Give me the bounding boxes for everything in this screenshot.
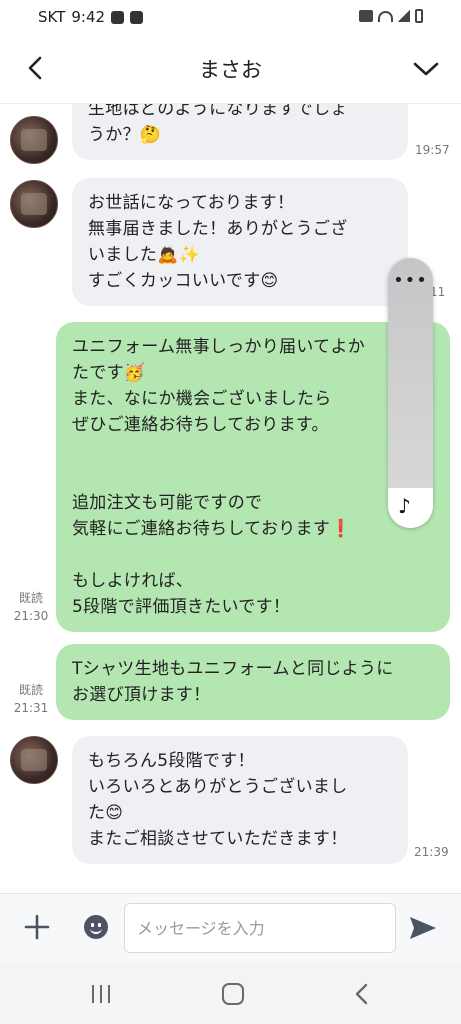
- message-time: 21:39: [414, 845, 449, 859]
- status-right: [359, 9, 423, 23]
- recent-apps-button[interactable]: [92, 985, 112, 1003]
- chevron-down-icon: [413, 62, 439, 76]
- read-receipt: 既読: [18, 683, 43, 697]
- recent-apps-icon: [92, 985, 94, 1003]
- read-receipt: 既読: [18, 591, 43, 605]
- music-note-icon[interactable]: ♪: [398, 494, 411, 518]
- emoji-button[interactable]: [84, 915, 108, 939]
- plus-icon: [24, 914, 50, 940]
- emoji-icon-eye: [91, 923, 94, 927]
- chat-title: まさお: [199, 58, 262, 82]
- status-bar: SKT 9:42: [0, 0, 461, 34]
- home-button[interactable]: [222, 983, 244, 1005]
- mute-icon: [359, 10, 373, 22]
- chat-menu-toggle[interactable]: [411, 54, 441, 82]
- recent-apps-icon: [108, 985, 110, 1003]
- battery-icon: [415, 9, 423, 23]
- clock: 9:42: [71, 8, 106, 26]
- notification-icon: [111, 10, 125, 24]
- signal-icon: [398, 10, 410, 22]
- recent-apps-icon: [100, 985, 102, 1003]
- emoji-icon-mouth: [90, 928, 102, 934]
- message-bubble[interactable]: もちろん5段階です！ いろいろとありがとうございまし た😊 またご相談させていた…: [72, 736, 408, 864]
- back-chevron-icon: [355, 983, 368, 1005]
- message-input-bar: [0, 893, 461, 963]
- avatar[interactable]: [10, 180, 58, 228]
- more-options-icon[interactable]: •••: [388, 270, 433, 291]
- message-input[interactable]: [124, 903, 396, 953]
- system-back-button[interactable]: [352, 983, 372, 1005]
- chat-header: まさお: [0, 34, 461, 104]
- carrier-label: SKT: [38, 8, 66, 26]
- avatar[interactable]: [10, 116, 58, 164]
- message-time: 19:57: [415, 143, 450, 157]
- app-notification-icon: [130, 10, 144, 24]
- avatar[interactable]: [10, 736, 58, 784]
- emoji-icon-eye: [98, 923, 101, 927]
- message-time: 21:31: [13, 701, 49, 715]
- message-time: 21:30: [13, 609, 49, 623]
- add-attachment-button[interactable]: [24, 914, 50, 940]
- floating-edge-panel[interactable]: ••• ♪: [388, 258, 433, 528]
- message-bubble[interactable]: Tシャツ生地もユニフォームと同じように お選び頂けます！: [56, 644, 450, 720]
- message-bubble[interactable]: お世話になっております！ 無事届きました！ありがとうござ いました🙇✨ すごくカ…: [72, 178, 408, 306]
- system-nav-bar: [0, 963, 461, 1024]
- send-icon: [410, 917, 436, 939]
- message-bubble[interactable]: 生地はどのようになりますでしょ うか？🤔: [72, 104, 408, 160]
- status-left: SKT 9:42: [38, 8, 144, 26]
- wifi-icon: [378, 10, 393, 22]
- send-button[interactable]: [408, 914, 438, 942]
